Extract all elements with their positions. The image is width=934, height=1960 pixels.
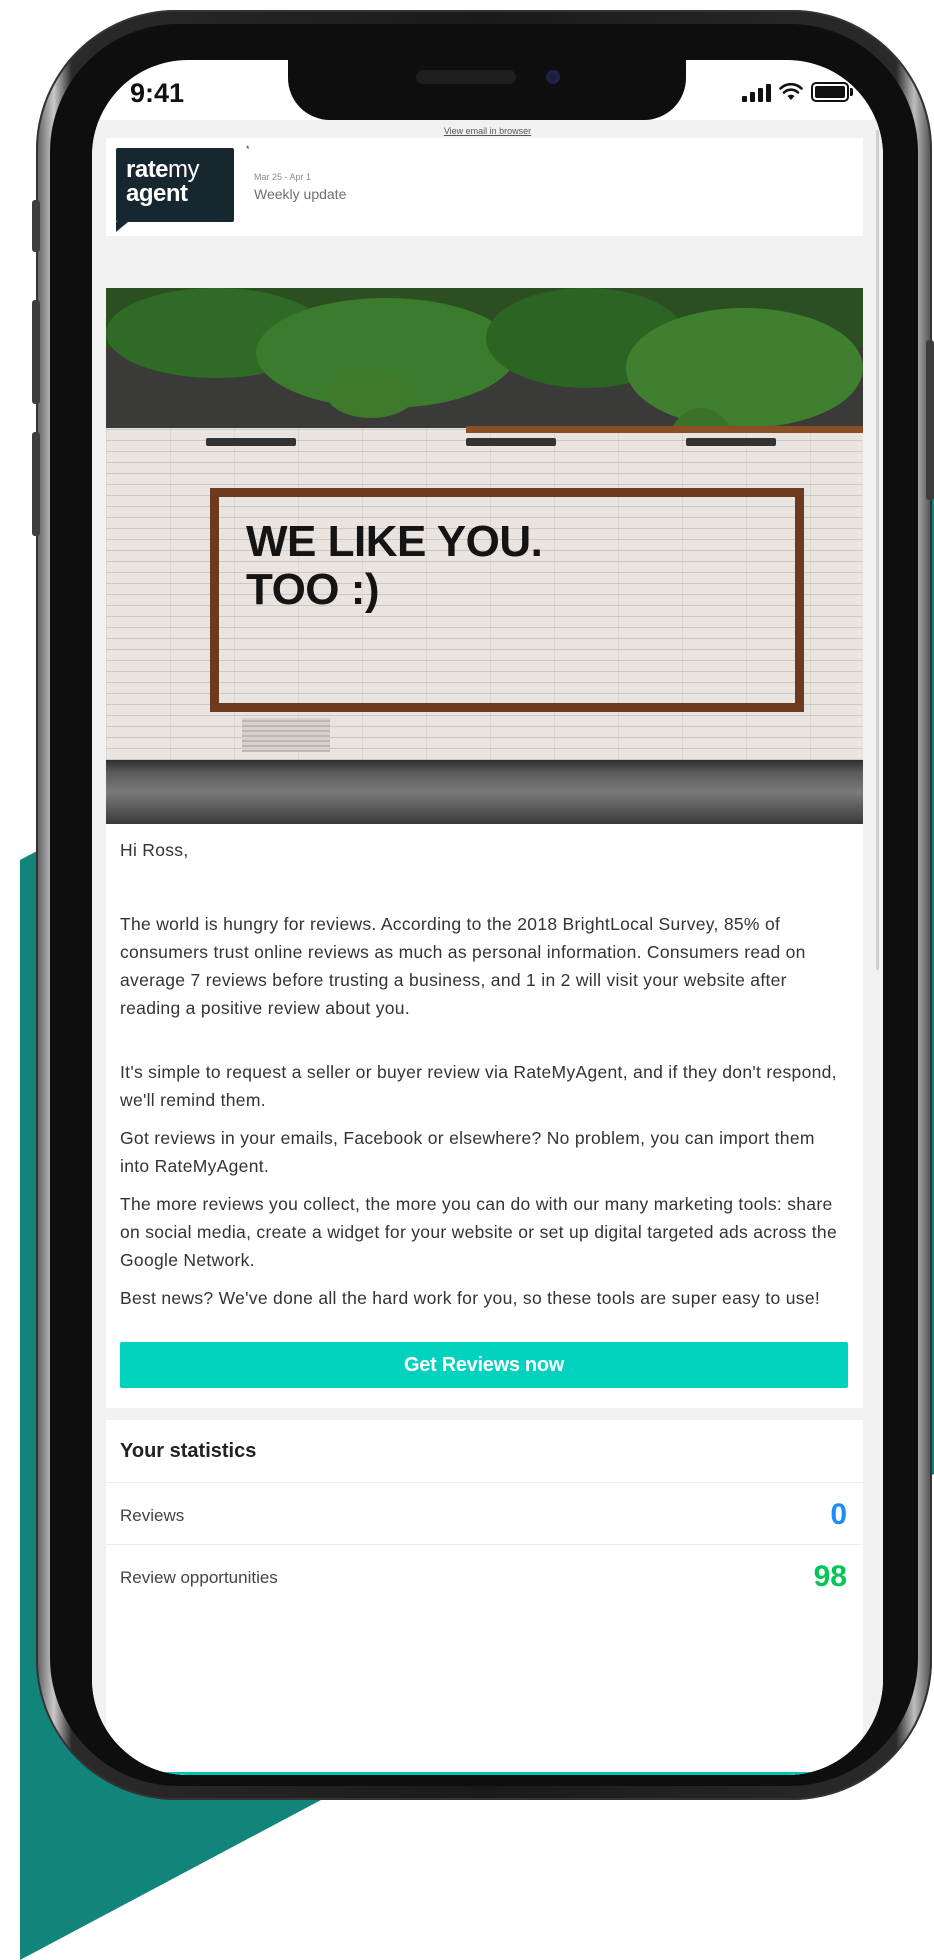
stat-row-reviews: Reviews 0 [120, 1484, 847, 1544]
speaker [416, 70, 516, 84]
stat-value: 98 [813, 1560, 847, 1593]
volume-up-button [32, 300, 40, 404]
ratemyagent-logo: ratemy agent [116, 148, 234, 222]
paragraph-2: It's simple to request a seller or buyer… [120, 1062, 837, 1110]
stat-label: Reviews [120, 1506, 185, 1525]
get-reviews-button[interactable]: Get Reviews now [120, 1342, 848, 1388]
paragraph-1: The world is hungry for reviews. Accordi… [120, 914, 806, 1018]
mute-switch [32, 200, 40, 252]
volume-down-button [32, 432, 40, 536]
stat-value: 0 [830, 1498, 847, 1531]
view-in-browser-link[interactable]: View email in browser [92, 126, 883, 136]
cellular-signal-icon [742, 82, 771, 102]
camera-icon [546, 70, 560, 84]
scrollbar[interactable] [876, 130, 879, 970]
paragraph-5: Best news? We've done all the hard work … [120, 1288, 821, 1308]
status-icons [742, 82, 853, 102]
phone-screen: View email in browser ratemy agent * Mar… [92, 60, 883, 1775]
statistics-section: Your statistics Reviews 0 Review opportu… [106, 1420, 863, 1775]
header-mark: * [246, 144, 250, 154]
date-range: Mar 25 - Apr 1 [254, 172, 312, 182]
status-time: 9:41 [130, 78, 185, 108]
email-header: ratemy agent * Mar 25 - Apr 1 Weekly upd… [106, 138, 863, 236]
email-subtitle: Weekly update [254, 186, 347, 202]
paragraph-4: The more reviews you collect, the more y… [120, 1194, 837, 1270]
stat-row-review-opportunities: Review opportunities 98 [120, 1546, 847, 1606]
hero-image: WE LIKE YOU. TOO :) [106, 288, 863, 824]
statistics-title: Your statistics [120, 1440, 257, 1462]
power-button [926, 340, 934, 500]
wifi-icon [779, 83, 803, 100]
footer-accent-line [92, 1772, 883, 1775]
battery-icon [811, 82, 853, 102]
stat-label: Review opportunities [120, 1568, 278, 1587]
billboard-text: WE LIKE YOU. TOO :) [246, 517, 543, 614]
logo-speech-tail [116, 222, 128, 232]
paragraph-3: Got reviews in your emails, Facebook or … [120, 1128, 815, 1176]
email-view: View email in browser ratemy agent * Mar… [92, 120, 883, 1775]
email-body: Hi Ross, The world is hungry for reviews… [106, 824, 863, 1408]
greeting: Hi Ross, [120, 840, 189, 860]
notch [288, 60, 686, 120]
